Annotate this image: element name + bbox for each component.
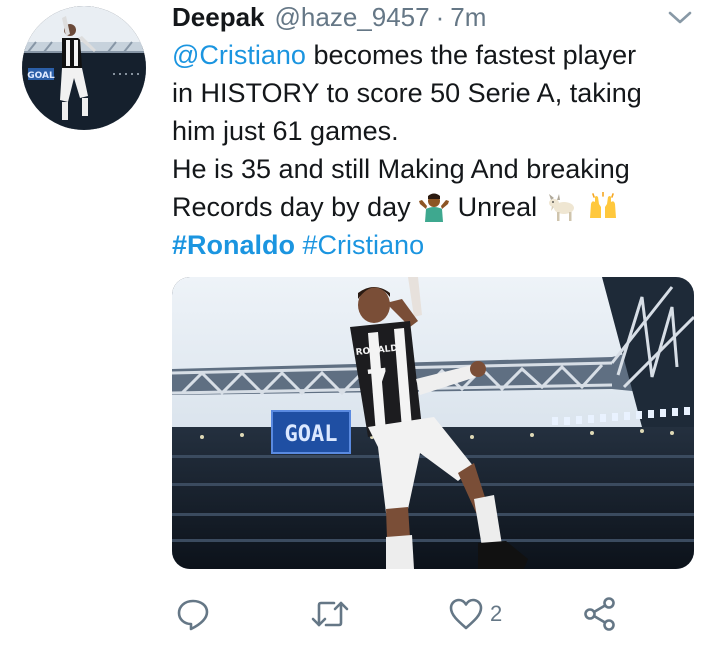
share-icon <box>584 597 615 631</box>
tweet-media-image[interactable]: GOAL 7 RONALDO <box>172 277 694 569</box>
hashtag-link-cristiano[interactable]: #Cristiano <box>303 230 425 260</box>
avatar-image: GOAL <box>22 6 146 130</box>
tweet-text: @Cristiano becomes the fastest player in… <box>172 36 702 264</box>
like-count: 2 <box>490 601 503 626</box>
svg-text:GOAL: GOAL <box>27 71 55 81</box>
raising-hands-icon <box>589 192 616 218</box>
tweet-line-3: him just 61 games. <box>172 116 399 146</box>
reply-icon <box>177 599 209 631</box>
tweet-header: Deepak @haze_9457 · 7m <box>172 2 680 32</box>
heart-icon <box>449 598 483 630</box>
tweet-line-5: Records day by day Unreal <box>172 188 702 226</box>
retweet-button[interactable] <box>310 592 350 636</box>
reply-button[interactable] <box>176 592 210 636</box>
person-shrugging-icon <box>419 193 450 222</box>
goat-icon <box>548 194 574 221</box>
mention-link[interactable]: @Cristiano <box>172 40 306 70</box>
author-handle[interactable]: @haze_9457 <box>275 2 430 33</box>
share-button[interactable] <box>582 592 618 636</box>
author-name[interactable]: Deepak <box>172 2 265 33</box>
tweet-line-1: @Cristiano becomes the fastest player <box>172 40 637 70</box>
scoreboard-text: GOAL <box>285 422 338 447</box>
hashtag-link-ronaldo[interactable]: #Ronaldo <box>172 230 295 260</box>
timestamp[interactable]: 7m <box>450 2 486 33</box>
stadium-photo: GOAL 7 RONALDO <box>172 277 694 569</box>
tweet-actions: 2 <box>172 592 694 640</box>
tweet-line-4: He is 35 and still Making And breaking <box>172 154 630 184</box>
separator-dot: · <box>435 2 445 32</box>
jersey-number: 7 <box>365 361 391 401</box>
tweet-line-6: #Ronaldo #Cristiano <box>172 226 702 264</box>
retweet-icon <box>311 601 349 627</box>
like-button[interactable]: 2 <box>448 592 502 636</box>
chevron-down-icon[interactable] <box>666 8 694 28</box>
tweet-line-2: in HISTORY to score 50 Serie A, taking <box>172 78 642 108</box>
avatar[interactable]: GOAL <box>22 6 146 130</box>
